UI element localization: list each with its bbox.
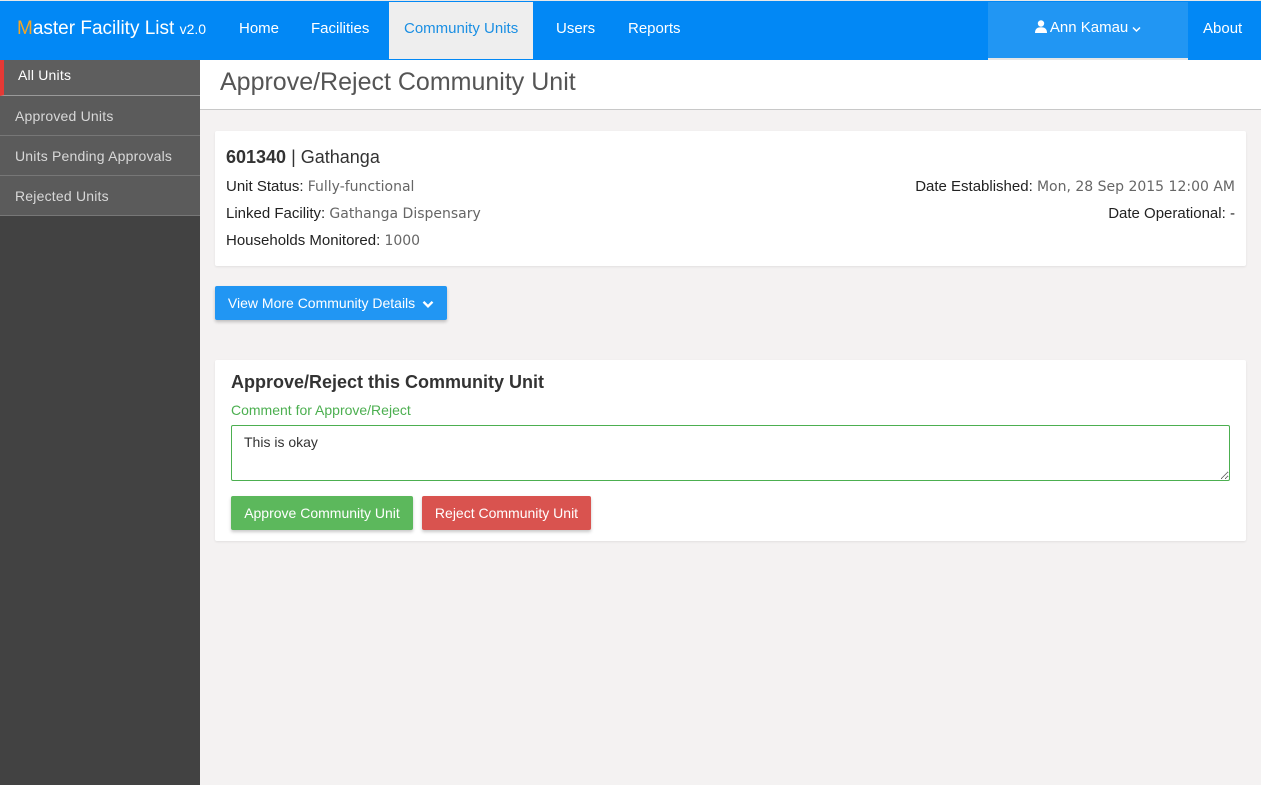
user-icon — [1034, 20, 1047, 33]
sidebar-item-rejected-units[interactable]: Rejected Units — [0, 176, 200, 216]
unit-status-row: Unit Status: Fully-functional — [226, 178, 414, 195]
app-brand[interactable]: Master Facility List v2.0 — [17, 18, 206, 40]
nav-users[interactable]: Users — [556, 2, 595, 59]
unit-status-label: Unit Status: — [226, 178, 304, 195]
unit-code: 601340 — [226, 147, 287, 167]
date-operational-value: - — [1229, 206, 1235, 222]
date-established-row: Date Established: Mon, 28 Sep 2015 12:00… — [915, 178, 1235, 195]
page-title: Approve/Reject Community Unit — [220, 68, 576, 96]
nav-about[interactable]: About — [1203, 2, 1242, 59]
top-navbar: Master Facility List v2.0 Home Facilitie… — [0, 0, 1261, 61]
households-row: Households Monitored: 1000 — [226, 232, 420, 249]
sidebar-item-all-units[interactable]: All Units — [0, 60, 200, 96]
approve-reject-title: Approve/Reject this Community Unit — [231, 372, 545, 392]
households-value: 1000 — [384, 233, 421, 249]
chevron-down-icon — [422, 300, 434, 308]
brand-version: v2.0 — [179, 21, 207, 37]
chevron-down-icon — [1132, 26, 1141, 33]
date-established-label: Date Established: — [915, 178, 1033, 195]
user-name: Ann Kamau — [1049, 19, 1129, 36]
sidebar-item-approved-units[interactable]: Approved Units — [0, 96, 200, 136]
approve-reject-card: Approve/Reject this Community Unit Comme… — [215, 360, 1246, 541]
nav-home[interactable]: Home — [239, 2, 279, 59]
linked-facility-value: Gathanga Dispensary — [329, 206, 481, 222]
unit-name: Gathanga — [300, 147, 380, 167]
reject-button[interactable]: Reject Community Unit — [422, 496, 591, 530]
brand-name: aster Facility List — [32, 18, 175, 39]
view-more-label: View More Community Details — [227, 295, 416, 311]
linked-facility-row: Linked Facility: Gathanga Dispensary — [226, 205, 481, 222]
user-menu[interactable]: Ann Kamau — [988, 2, 1188, 61]
linked-facility-label: Linked Facility: — [226, 205, 326, 222]
comment-label: Comment for Approve/Reject — [231, 402, 411, 418]
date-established-value: Mon, 28 Sep 2015 12:00 AM — [1036, 179, 1235, 195]
comment-textarea[interactable]: This is okay — [231, 425, 1230, 481]
approve-button[interactable]: Approve Community Unit — [231, 496, 413, 530]
households-label: Households Monitored: — [226, 232, 381, 249]
nav-community-units[interactable]: Community Units — [389, 2, 534, 59]
unit-status-value: Fully-functional — [307, 179, 415, 195]
page-header: Approve/Reject Community Unit — [200, 60, 1261, 110]
unit-details-card: 601340 | Gathanga Unit Status: Fully-fun… — [215, 131, 1246, 266]
sidebar: All Units Approved Units Units Pending A… — [0, 60, 200, 785]
unit-separator: | — [286, 147, 301, 167]
sidebar-item-pending-approvals[interactable]: Units Pending Approvals — [0, 136, 200, 176]
nav-facilities[interactable]: Facilities — [311, 2, 369, 59]
date-operational-label: Date Operational: — [1108, 205, 1226, 222]
nav-reports[interactable]: Reports — [628, 2, 681, 59]
unit-heading: 601340 | Gathanga — [226, 147, 380, 168]
brand-first-letter: M — [17, 18, 33, 39]
date-operational-row: Date Operational: - — [1108, 205, 1235, 222]
view-more-details-button[interactable]: View More Community Details — [215, 286, 447, 320]
